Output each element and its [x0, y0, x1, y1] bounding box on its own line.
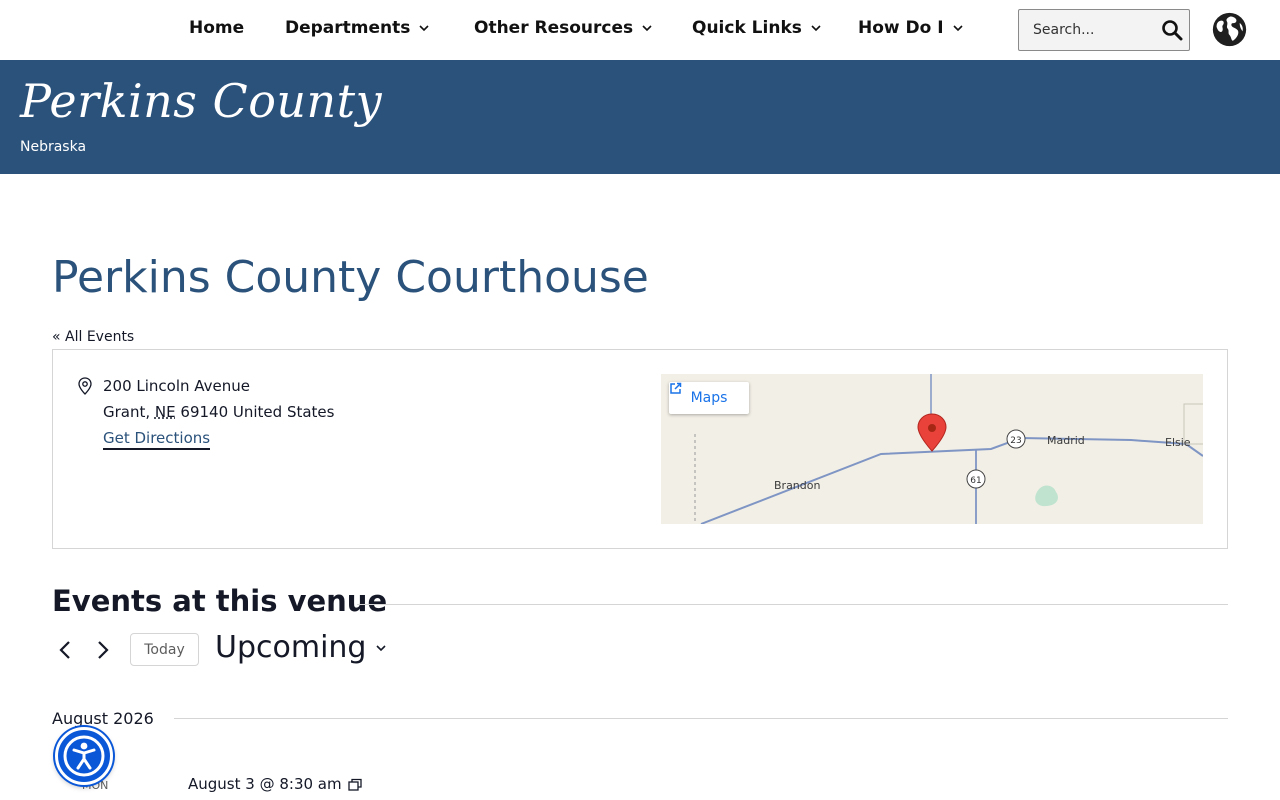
search-icon[interactable]	[1161, 19, 1183, 41]
venue-details: 200 Lincoln Avenue Grant, NE 69140 Unite…	[52, 349, 1228, 549]
venue-map[interactable]: 23 61 Brandon Madrid Elsie Maps	[661, 374, 1203, 524]
chevron-down-icon	[376, 644, 387, 651]
nav-item-home[interactable]: Home	[189, 18, 244, 38]
chevron-down-icon	[953, 25, 963, 32]
chevron-down-icon	[419, 25, 429, 32]
map-label-brandon: Brandon	[774, 479, 821, 492]
today-button[interactable]: Today	[130, 633, 199, 666]
site-title[interactable]: Perkins County	[20, 74, 382, 128]
venue-city: Grant,	[103, 403, 151, 421]
route-shield-23: 23	[1010, 436, 1021, 446]
recurring-event-icon	[347, 778, 362, 791]
venue-street: 200 Lincoln Avenue	[103, 377, 251, 395]
events-section-title: Events at this venue	[52, 584, 388, 618]
accessibility-icon	[63, 735, 105, 777]
site-banner: Perkins County Nebraska	[0, 60, 1280, 174]
search-box	[1018, 9, 1190, 51]
event-time-text: August 3 @ 8:30 am	[188, 775, 342, 793]
page-title: Perkins County Courthouse	[52, 252, 649, 303]
maps-button-label: Maps	[690, 390, 728, 406]
venue-state: NE	[154, 403, 176, 421]
globe-icon[interactable]	[1211, 11, 1248, 48]
route-shield-61: 61	[970, 476, 981, 486]
nav-item-departments[interactable]: Departments	[285, 18, 430, 38]
month-separator-label: August 2026	[52, 709, 154, 728]
site-subtitle: Nebraska	[20, 139, 87, 155]
chevron-down-icon	[811, 25, 821, 32]
event-datetime: August 3 @ 8:30 am	[188, 775, 362, 793]
open-maps-button[interactable]: Maps	[669, 382, 749, 414]
month-divider	[174, 718, 1228, 719]
get-directions-link[interactable]: Get Directions	[103, 429, 211, 450]
nav-item-label: Other Resources	[474, 18, 634, 38]
section-divider	[357, 604, 1228, 605]
view-selector[interactable]: Upcoming	[215, 630, 388, 665]
all-events-link[interactable]: « All Events	[52, 329, 134, 345]
map-label-madrid: Madrid	[1047, 434, 1085, 447]
chevron-down-icon	[642, 25, 652, 32]
map-label-elsie: Elsie	[1165, 436, 1191, 449]
external-link-icon	[670, 382, 682, 394]
top-navigation: Home Departments Other Resources Quick L…	[0, 0, 1280, 60]
accessibility-button[interactable]	[55, 727, 113, 785]
nav-item-other-resources[interactable]: Other Resources	[474, 18, 653, 38]
nav-item-quick-links[interactable]: Quick Links	[692, 18, 822, 38]
nav-item-label: Home	[189, 18, 245, 38]
previous-events-button[interactable]	[54, 638, 76, 662]
nav-item-label: How Do I	[858, 18, 944, 38]
location-pin-icon	[78, 377, 92, 395]
nav-item-how-do-i[interactable]: How Do I	[858, 18, 964, 38]
nav-item-label: Departments	[285, 18, 411, 38]
venue-city-line: Grant, NE 69140 United States	[103, 403, 334, 421]
search-input[interactable]	[1019, 10, 1157, 50]
nav-item-label: Quick Links	[692, 18, 802, 38]
view-selector-label: Upcoming	[215, 630, 367, 665]
next-events-button[interactable]	[92, 638, 114, 662]
venue-zip-country: 69140 United States	[180, 403, 335, 421]
